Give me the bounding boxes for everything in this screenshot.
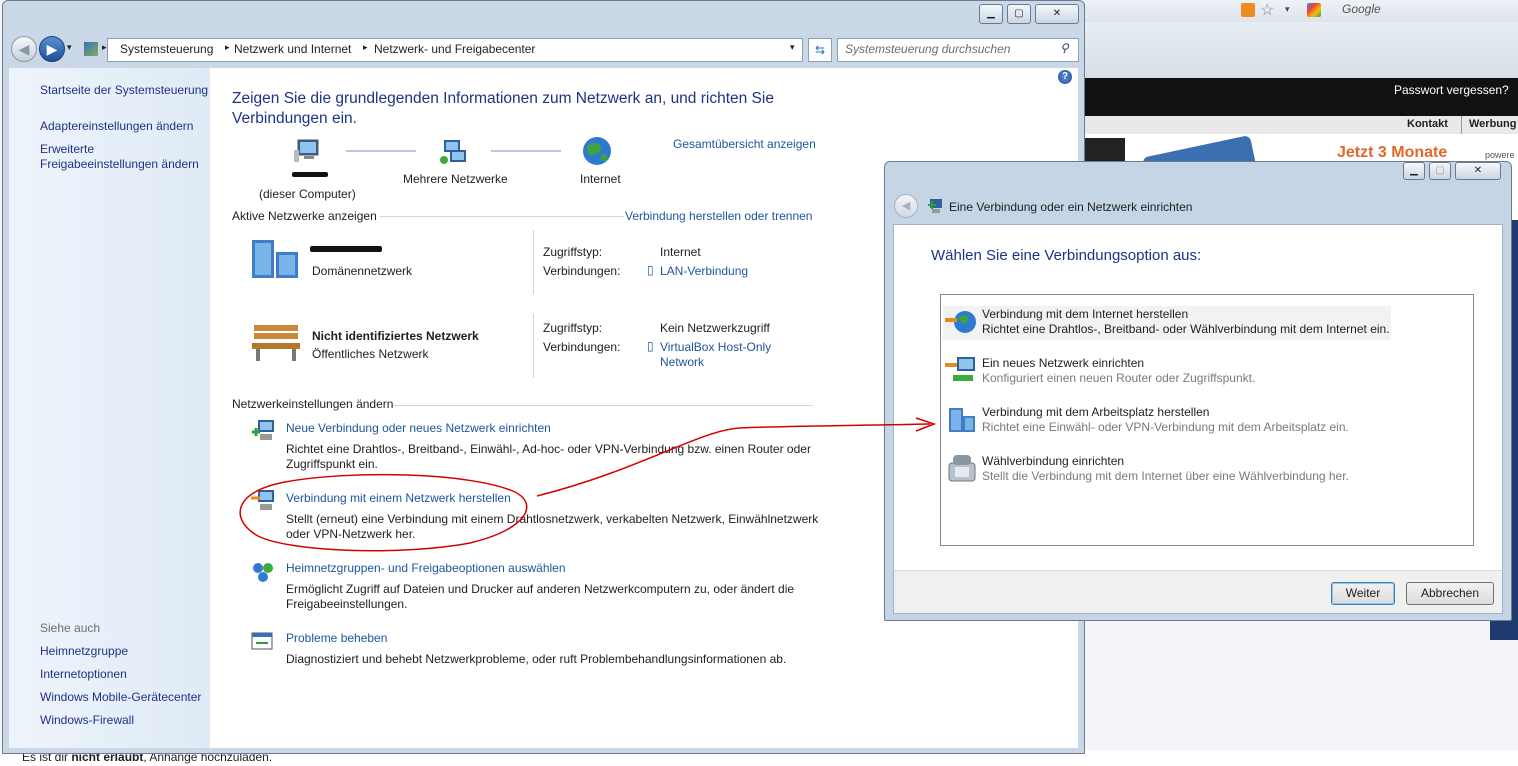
annotation-circle <box>239 473 528 552</box>
annotation-arrow <box>536 423 931 497</box>
red-annotation-overlay <box>239 417 937 552</box>
